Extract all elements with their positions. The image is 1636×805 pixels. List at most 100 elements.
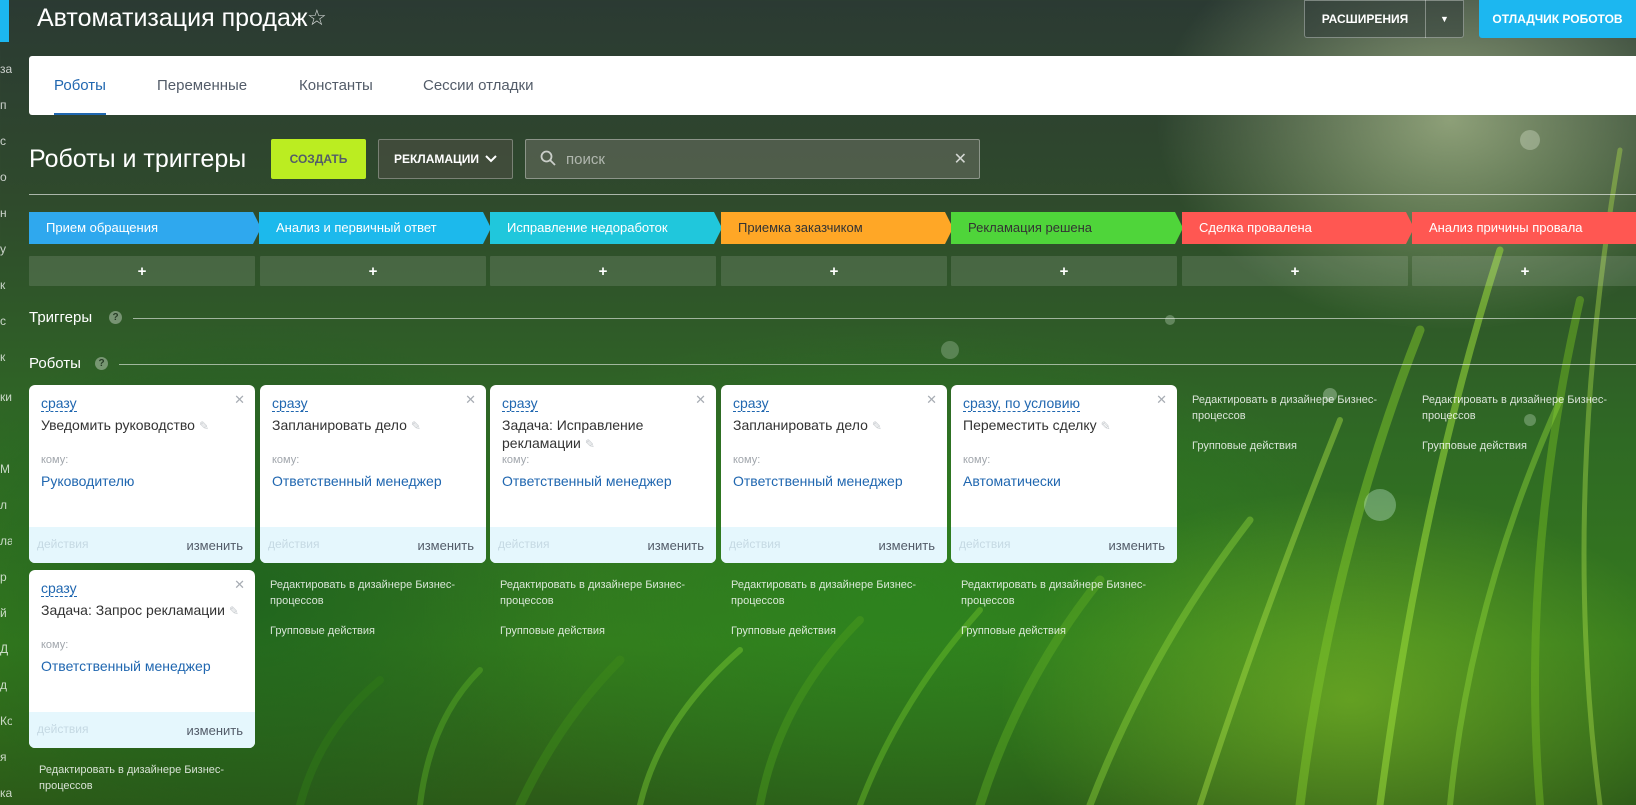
bp-designer-link[interactable]: Редактировать в дизайнере Бизнес-процесс… [270, 577, 485, 609]
add-trigger-button[interactable]: + [721, 256, 947, 286]
sidebar-fragment[interactable]: Д [0, 642, 12, 656]
sidebar-fragment[interactable]: п [0, 98, 12, 112]
robot-delay-link[interactable]: сразу [41, 395, 77, 412]
sidebar-fragment[interactable]: я [0, 750, 12, 764]
sidebar-fragment[interactable]: к [0, 278, 12, 292]
sidebar-fragment[interactable]: к [0, 350, 12, 364]
tab-debug-sessions[interactable]: Сессии отладки [423, 56, 533, 115]
add-trigger-button[interactable]: + [1412, 256, 1636, 286]
robot-delay-link[interactable]: сразу [733, 395, 769, 412]
stage-header[interactable]: Сделка провалена [1182, 212, 1414, 244]
sidebar-fragment[interactable]: о [0, 170, 12, 184]
recipient-link[interactable]: Ответственный менеджер [502, 473, 672, 489]
recipient-link[interactable]: Ответственный менеджер [733, 473, 903, 489]
group-actions-link[interactable]: Групповые действия [1192, 438, 1407, 454]
tab-robots[interactable]: Роботы [54, 56, 106, 115]
add-trigger-button[interactable]: + [29, 256, 255, 286]
robot-name: Запланировать дело ✎ [733, 416, 933, 435]
add-trigger-button[interactable]: + [1182, 256, 1408, 286]
recipient-link[interactable]: Руководителю [41, 473, 134, 489]
bp-designer-link[interactable]: Редактировать в дизайнере Бизнес-процесс… [39, 762, 254, 794]
robot-card[interactable]: сразу ✕ Запланировать дело ✎ кому: Ответс… [721, 385, 947, 563]
close-icon[interactable]: ✕ [1156, 392, 1167, 408]
robot-card[interactable]: сразу ✕ Запланировать дело ✎ кому: Ответс… [260, 385, 486, 563]
sidebar-fragment[interactable]: ка [0, 786, 12, 800]
edit-button[interactable]: изменить [186, 723, 243, 738]
recipient-link[interactable]: Автоматически [963, 473, 1061, 489]
sidebar-fragment[interactable]: д [0, 678, 12, 692]
robot-card[interactable]: сразу, по условию ✕ Переместить сделку ✎ … [951, 385, 1177, 563]
stage-header[interactable]: Исправление недоработок [490, 212, 722, 244]
sidebar-fragment[interactable]: за [0, 62, 12, 76]
recipient-link[interactable]: Ответственный менеджер [41, 658, 211, 674]
bp-designer-link[interactable]: Редактировать в дизайнере Бизнес-процесс… [731, 577, 946, 609]
group-actions-link[interactable]: Групповые действия [961, 623, 1176, 639]
sidebar-fragment[interactable]: с [0, 314, 12, 328]
group-actions-link[interactable]: Групповые действия [270, 623, 485, 639]
edit-button[interactable]: изменить [647, 538, 704, 553]
pencil-icon[interactable]: ✎ [411, 419, 421, 433]
pencil-icon[interactable]: ✎ [1101, 419, 1111, 433]
sidebar-fragment[interactable]: у [0, 242, 12, 256]
close-icon[interactable]: ✕ [954, 149, 967, 169]
pencil-icon[interactable]: ✎ [199, 419, 209, 433]
edit-button[interactable]: изменить [1108, 538, 1165, 553]
sidebar-fragment[interactable]: н [0, 206, 12, 220]
sidebar-fragment[interactable]: й [0, 606, 12, 620]
add-trigger-button[interactable]: + [490, 256, 716, 286]
close-icon[interactable]: ✕ [234, 392, 245, 408]
close-icon[interactable]: ✕ [465, 392, 476, 408]
category-filter-button[interactable]: РЕКЛАМАЦИИ [378, 139, 513, 179]
robot-card[interactable]: сразу ✕ Задача: Запрос рекламации ✎ кому:… [29, 570, 255, 748]
sidebar-fragment[interactable]: л [0, 498, 12, 512]
edit-button[interactable]: изменить [878, 538, 935, 553]
extensions-button[interactable]: РАСШИРЕНИЯ ▼ [1304, 0, 1464, 38]
edit-button[interactable]: изменить [186, 538, 243, 553]
sidebar-fragment[interactable]: М [0, 462, 12, 476]
robot-debugger-button[interactable]: ОТЛАДЧИК РОБОТОВ [1479, 0, 1636, 38]
search-input[interactable] [566, 140, 936, 178]
bp-designer-link[interactable]: Редактировать в дизайнере Бизнес-процесс… [1192, 392, 1407, 424]
stage-header[interactable]: Анализ причины провала [1412, 212, 1636, 244]
group-actions-link[interactable]: Групповые действия [731, 623, 946, 639]
pencil-icon[interactable]: ✎ [872, 419, 882, 433]
robot-card[interactable]: сразу ✕ Уведомить руководство ✎ кому: Рук… [29, 385, 255, 563]
chevron-down-icon[interactable]: ▼ [1426, 14, 1463, 24]
close-icon[interactable]: ✕ [234, 577, 245, 593]
stage-header[interactable]: Прием обращения [29, 212, 261, 244]
sidebar-fragment[interactable]: ки [0, 390, 12, 404]
add-trigger-button[interactable]: + [260, 256, 486, 286]
star-icon[interactable]: ☆ [307, 5, 327, 31]
triggers-heading: Триггеры [29, 309, 93, 326]
robot-delay-link[interactable]: сразу [272, 395, 308, 412]
robot-delay-link[interactable]: сразу, по условию [963, 395, 1081, 412]
stage-header[interactable]: Приемка заказчиком [721, 212, 953, 244]
tab-constants[interactable]: Константы [299, 56, 373, 115]
sidebar-fragment[interactable]: р [0, 570, 12, 584]
pencil-icon[interactable]: ✎ [585, 437, 595, 451]
bp-designer-link[interactable]: Редактировать в дизайнере Бизнес-процесс… [500, 577, 715, 609]
card-actions-label: действия [268, 537, 320, 551]
robot-delay-link[interactable]: сразу [502, 395, 538, 412]
recipient-link[interactable]: Ответственный менеджер [272, 473, 442, 489]
robot-card[interactable]: сразу ✕ Задача: Исправление рекламации ✎ … [490, 385, 716, 563]
stage-header[interactable]: Рекламация решена [951, 212, 1183, 244]
edit-button[interactable]: изменить [417, 538, 474, 553]
close-icon[interactable]: ✕ [926, 392, 937, 408]
help-icon[interactable]: ? [95, 357, 108, 370]
bp-designer-link[interactable]: Редактировать в дизайнере Бизнес-процесс… [961, 577, 1176, 609]
group-actions-link[interactable]: Групповые действия [1422, 438, 1636, 454]
bp-designer-link[interactable]: Редактировать в дизайнере Бизнес-процесс… [1422, 392, 1636, 424]
sidebar-fragment[interactable]: с [0, 134, 12, 148]
stage-header[interactable]: Анализ и первичный ответ [259, 212, 491, 244]
group-actions-link[interactable]: Групповые действия [500, 623, 715, 639]
sidebar-fragment[interactable]: ла [0, 534, 12, 548]
create-button[interactable]: СОЗДАТЬ [271, 139, 366, 179]
tab-variables[interactable]: Переменные [157, 56, 247, 115]
sidebar-fragment[interactable]: Ко [0, 714, 12, 728]
help-icon[interactable]: ? [109, 311, 122, 324]
close-icon[interactable]: ✕ [695, 392, 706, 408]
add-trigger-button[interactable]: + [951, 256, 1177, 286]
pencil-icon[interactable]: ✎ [229, 604, 239, 618]
robot-delay-link[interactable]: сразу [41, 580, 77, 597]
